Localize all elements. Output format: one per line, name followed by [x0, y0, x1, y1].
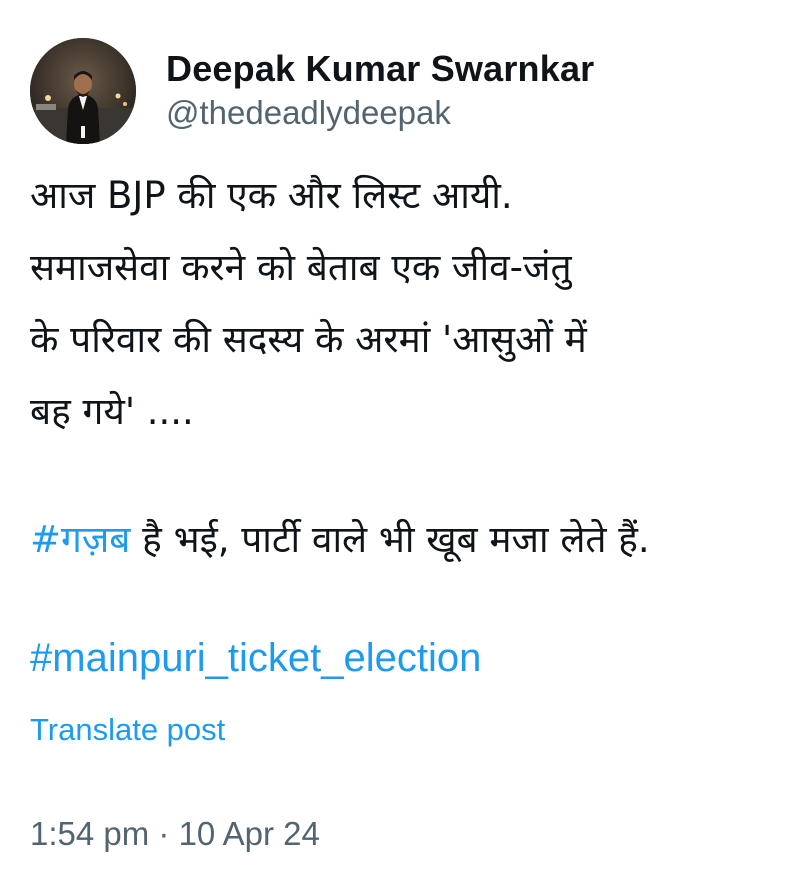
tweet-post: Deepak Kumar Swarnkar @thedeadlydeepak आ… — [0, 0, 800, 879]
display-name[interactable]: Deepak Kumar Swarnkar — [166, 47, 594, 91]
post-timestamp[interactable]: 1:54 pm · 10 Apr 24 — [30, 810, 320, 858]
hashtag-gazab-link[interactable]: #गज़ब — [30, 518, 130, 561]
post-body-line-4: बह गये' .... — [30, 390, 194, 433]
post-body-gazab-line: #गज़ब है भई, पार्टी वाले भी खूब मजा लेते… — [30, 504, 650, 576]
post-header: Deepak Kumar Swarnkar @thedeadlydeepak — [30, 38, 594, 144]
post-body-line-3: के परिवार की सदस्य के अरमां 'आसुओं में — [30, 318, 587, 361]
post-body: आज BJP की एक और लिस्ट आयी. समाजसेवा करने… — [30, 160, 780, 448]
user-handle[interactable]: @thedeadlydeepak — [166, 91, 594, 135]
post-body-line-1: आज BJP की एक और लिस्ट आयी. — [30, 174, 513, 217]
hashtag-election-link[interactable]: #mainpuri_ticket_election — [30, 622, 481, 694]
user-info: Deepak Kumar Swarnkar @thedeadlydeepak — [166, 47, 594, 135]
gazab-line-text: है भई, पार्टी वाले भी खूब मजा लेते हैं. — [130, 518, 650, 561]
post-body-line-2: समाजसेवा करने को बेताब एक जीव-जंतु — [30, 246, 572, 289]
avatar[interactable] — [30, 38, 136, 144]
translate-post-link[interactable]: Translate post — [30, 708, 225, 752]
